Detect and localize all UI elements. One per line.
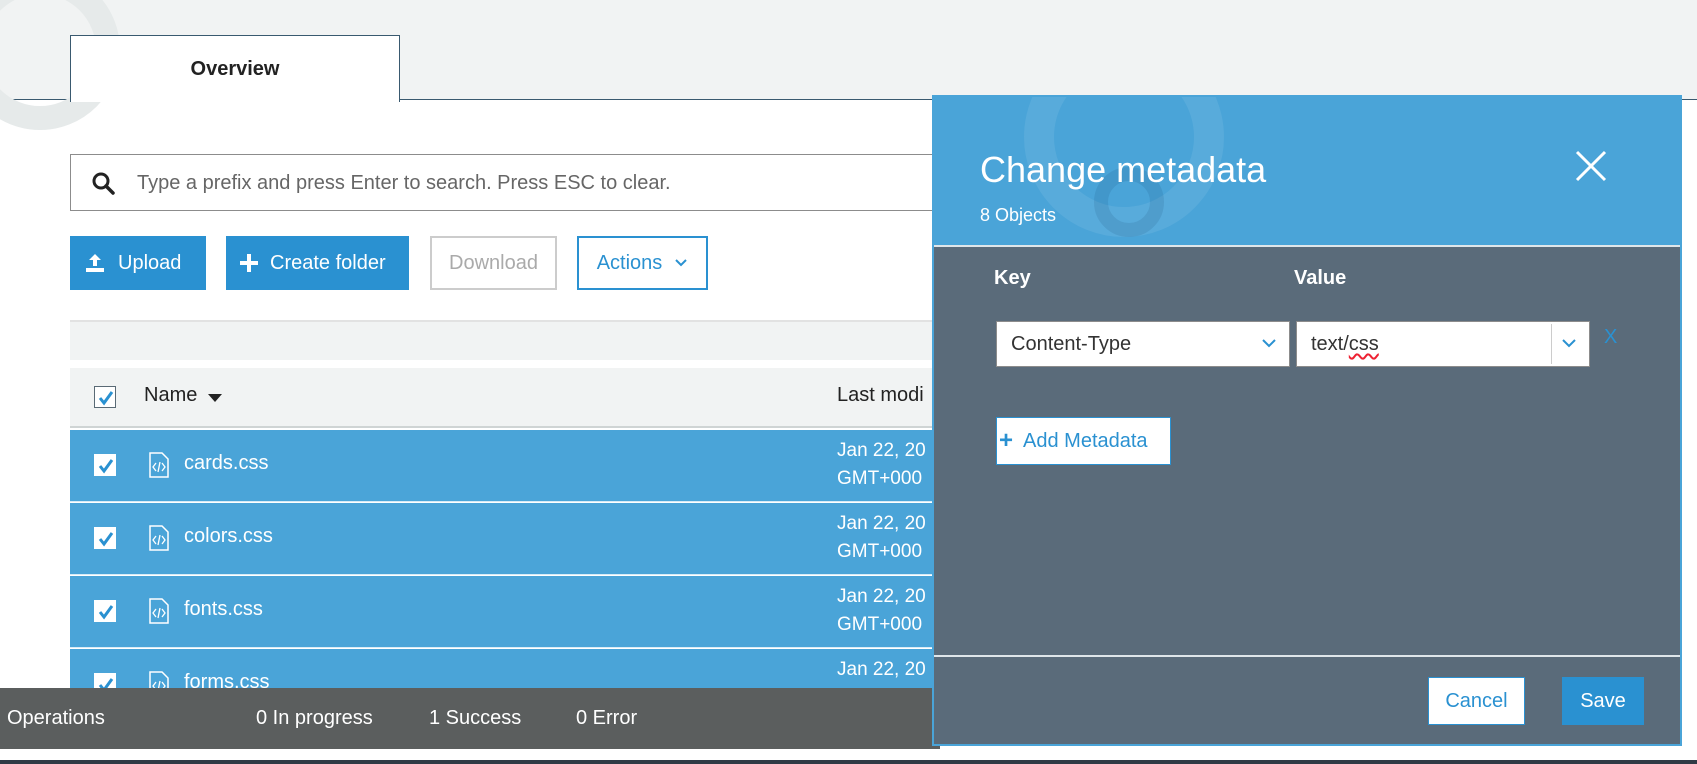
file-name[interactable]: cards.css (184, 452, 268, 475)
chevron-down-icon (1262, 339, 1276, 348)
select-all-checkbox[interactable] (94, 386, 116, 408)
chevron-down-icon[interactable] (1561, 338, 1577, 348)
key-column-header: Key (994, 267, 1031, 289)
operations-success[interactable]: 1 Success (429, 707, 521, 730)
value-column-header: Value (1294, 267, 1347, 289)
upload-icon (86, 254, 104, 272)
plus-icon: + (999, 427, 1014, 454)
code-file-icon (149, 598, 169, 624)
code-file-icon (149, 525, 169, 551)
close-icon[interactable] (1574, 149, 1608, 183)
checkmark-icon (98, 605, 114, 620)
last-modified-tz: GMT+000 (837, 614, 923, 635)
operations-bar: Operations 0 In progress 1 Success 0 Err… (0, 688, 940, 749)
last-modified-date: Jan 22, 20 (837, 513, 926, 534)
create-folder-button[interactable]: Create folder (226, 236, 409, 290)
actions-label: Actions (596, 251, 663, 274)
column-header-name[interactable]: Name (144, 384, 197, 407)
add-metadata-label: Add Metadata (1023, 429, 1148, 452)
sort-desc-icon[interactable] (208, 394, 222, 402)
plus-icon (240, 254, 258, 272)
row-checkbox[interactable] (94, 600, 116, 622)
row-checkbox[interactable] (94, 527, 116, 549)
search-icon (92, 172, 115, 195)
actions-dropdown-button[interactable]: Actions (577, 236, 708, 290)
search-input[interactable] (137, 165, 927, 201)
value-text: text/css (1311, 333, 1379, 355)
row-checkbox[interactable] (94, 454, 116, 476)
last-modified-date: Jan 22, 20 (837, 586, 926, 607)
table-toolbar-strip (70, 320, 950, 360)
change-metadata-panel: Change metadata 8 Objects Key Value Cont… (932, 95, 1682, 746)
upload-button[interactable]: Upload (70, 236, 206, 290)
operations-in-progress[interactable]: 0 In progress (256, 707, 373, 730)
table-row[interactable]: fonts.css Jan 22, 20 GMT+000 (70, 576, 950, 648)
add-metadata-button[interactable]: + Add Metadata (996, 417, 1171, 465)
file-name[interactable]: fonts.css (184, 598, 263, 621)
file-name[interactable]: colors.css (184, 525, 273, 548)
last-modified-tz: GMT+000 (837, 541, 923, 562)
code-file-icon (149, 452, 169, 478)
create-folder-label: Create folder (270, 251, 386, 274)
table-row[interactable]: cards.css Jan 22, 20 GMT+000 (70, 430, 950, 502)
last-modified-tz: GMT+000 (837, 468, 923, 489)
input-divider (1551, 324, 1552, 364)
checkmark-icon (98, 532, 114, 547)
panel-subtitle: 8 Objects (980, 205, 1057, 225)
remove-metadata-button[interactable]: X (1604, 326, 1617, 349)
metadata-key-select[interactable]: Content-Type (996, 321, 1290, 367)
column-header-last-modified[interactable]: Last modi (837, 384, 924, 407)
cancel-button[interactable]: Cancel (1428, 677, 1525, 725)
save-button[interactable]: Save (1562, 677, 1644, 725)
tab-overview[interactable]: Overview (70, 35, 400, 102)
last-modified-date: Jan 22, 20 (837, 440, 926, 461)
last-modified-date: Jan 22, 20 (837, 659, 926, 680)
chevron-down-icon (675, 259, 688, 267)
footer-divider (934, 655, 1680, 657)
bottom-border (0, 760, 1697, 764)
panel-title: Change metadata (980, 149, 1267, 190)
key-selected-value: Content-Type (1011, 333, 1132, 355)
checkmark-icon (98, 459, 114, 474)
download-button[interactable]: Download (430, 236, 557, 290)
search-box[interactable] (70, 154, 940, 211)
checkmark-icon (98, 391, 114, 406)
download-label: Download (449, 251, 538, 274)
upload-label: Upload (118, 251, 182, 274)
operations-label[interactable]: Operations (7, 707, 105, 730)
panel-header: Change metadata 8 Objects (934, 97, 1680, 247)
table-row[interactable]: colors.css Jan 22, 20 GMT+000 (70, 503, 950, 575)
table-header: Name Last modi (70, 368, 950, 428)
metadata-value-input[interactable]: text/css (1296, 321, 1590, 367)
operations-error[interactable]: 0 Error (576, 707, 637, 730)
